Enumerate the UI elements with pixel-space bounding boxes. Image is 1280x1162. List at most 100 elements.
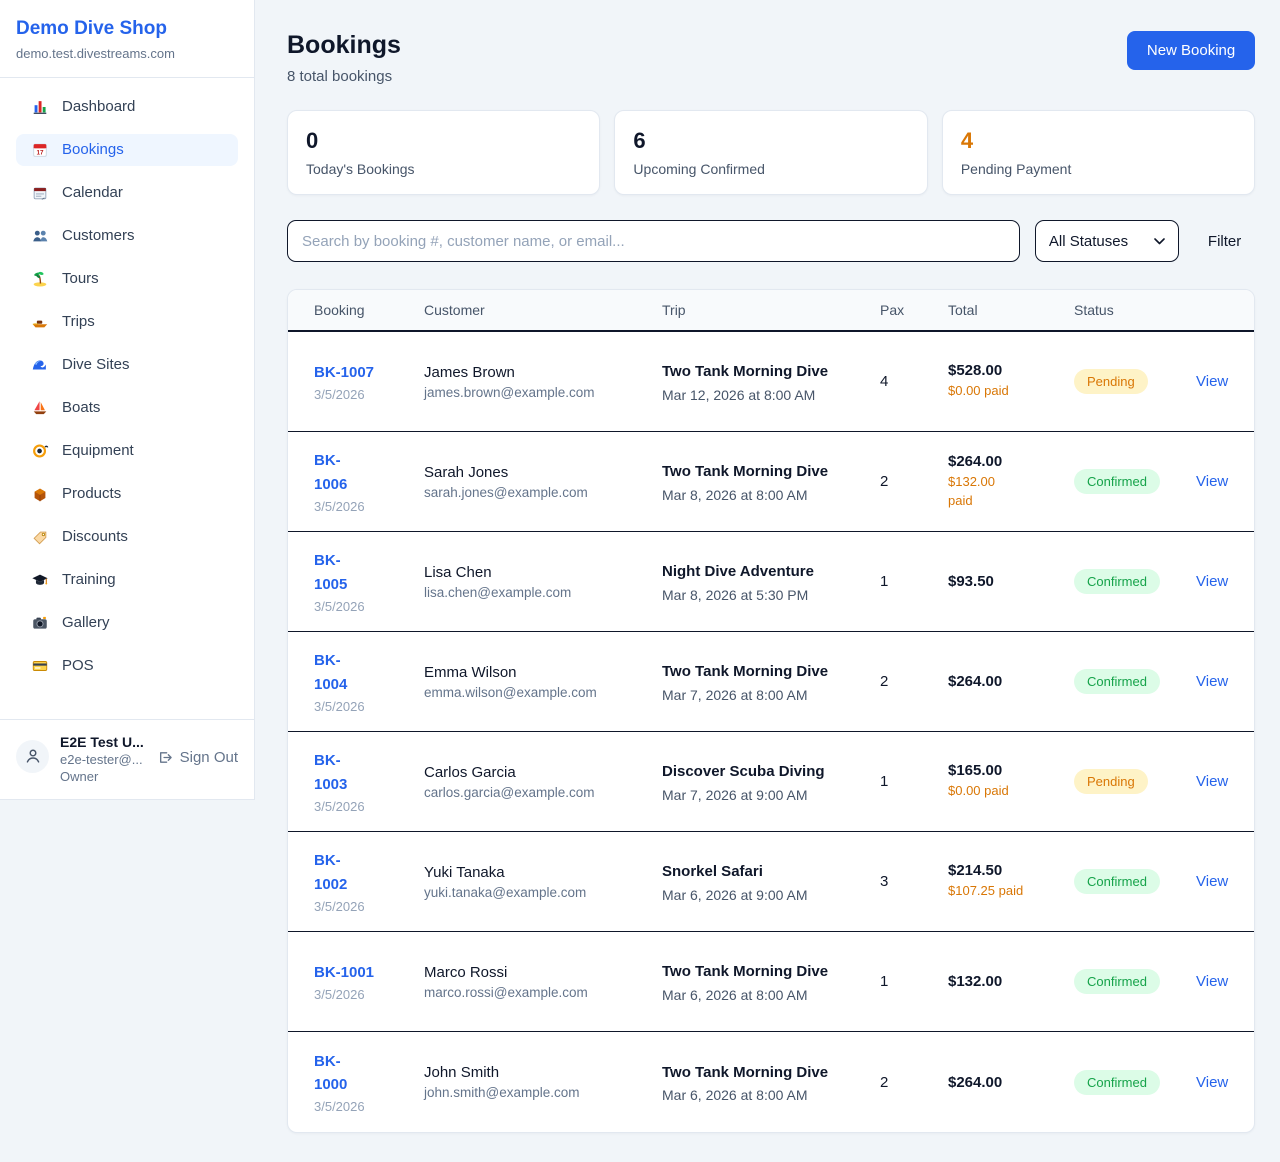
filter-controls: All Statuses Filter [287, 220, 1255, 262]
sidebar-item-calendar[interactable]: Calendar [16, 177, 238, 209]
trip-datetime: Mar 12, 2026 at 8:00 AM [662, 387, 880, 403]
page-header: Bookings 8 total bookings New Booking [287, 31, 1255, 85]
table-row: BK- 10063/5/2026Sarah Jonessarah.jones@e… [288, 432, 1254, 532]
view-link[interactable]: View [1196, 1074, 1228, 1091]
tours-island-icon [31, 270, 49, 288]
booking-number-link[interactable]: BK- 1006 [314, 449, 424, 496]
sidebar-item-label: Tours [62, 270, 99, 287]
status-cell: Confirmed [1074, 869, 1196, 894]
total-amount: $132.00 [948, 973, 1074, 990]
search-input[interactable] [287, 220, 1020, 262]
total-cell: $528.00$0.00 paid [948, 362, 1074, 400]
sidebar-item-dashboard[interactable]: Dashboard [16, 91, 238, 123]
customer-email: carlos.garcia@example.com [424, 785, 662, 800]
customer-email: james.brown@example.com [424, 385, 662, 400]
trip-name: Discover Scuba Diving [662, 760, 842, 783]
trip-datetime: Mar 6, 2026 at 8:00 AM [662, 987, 880, 1003]
view-cell: View [1196, 973, 1228, 990]
customer-name: Carlos Garcia [424, 764, 662, 781]
sidebar-item-gallery[interactable]: Gallery [16, 607, 238, 639]
view-link[interactable]: View [1196, 673, 1228, 690]
stat-value: 4 [961, 128, 1236, 154]
booking-cell: BK- 1005 3/5/2026 [314, 549, 424, 614]
sidebar-item-label: Discounts [62, 528, 128, 545]
view-link[interactable]: View [1196, 373, 1228, 390]
booking-cell: BK-10073/5/2026 [314, 361, 424, 402]
sidebar-item-tours[interactable]: Tours [16, 263, 238, 295]
booking-number-link[interactable]: BK-1007 [314, 361, 424, 384]
sidebar-item-label: POS [62, 657, 94, 674]
stat-value: 6 [633, 128, 908, 154]
customer-cell: Sarah Jonessarah.jones@example.com [424, 464, 662, 500]
column-header-trip: Trip [662, 302, 880, 318]
view-cell: View [1196, 373, 1228, 390]
customer-name: John Smith [424, 1064, 662, 1081]
sidebar-item-boats[interactable]: Boats [16, 392, 238, 424]
booking-number-link[interactable]: BK- 1000 [314, 1050, 424, 1097]
trip-datetime: Mar 6, 2026 at 9:00 AM [662, 887, 880, 903]
trip-cell: Discover Scuba DivingMar 7, 2026 at 9:00… [662, 760, 880, 802]
sidebar-item-label: Equipment [62, 442, 134, 459]
sidebar-item-customers[interactable]: Customers [16, 220, 238, 252]
bookings-count: 8 total bookings [287, 68, 401, 85]
user-role: Owner [60, 768, 145, 786]
customer-cell: James Brownjames.brown@example.com [424, 364, 662, 400]
booking-number-link[interactable]: BK- 1005 [314, 549, 424, 596]
customer-email: marco.rossi@example.com [424, 985, 662, 1000]
sign-out-button[interactable]: Sign Out [156, 749, 238, 766]
sidebar-item-discounts[interactable]: Discounts [16, 521, 238, 553]
booking-number-link[interactable]: BK- 1002 [314, 849, 424, 896]
new-booking-button[interactable]: New Booking [1127, 31, 1255, 70]
sidebar-item-trips[interactable]: Trips [16, 306, 238, 338]
sidebar-item-label: Bookings [62, 141, 124, 158]
status-badge: Confirmed [1074, 569, 1160, 594]
view-link[interactable]: View [1196, 973, 1228, 990]
customer-cell: John Smith john.smith@example.com [424, 1064, 662, 1100]
sidebar-item-bookings[interactable]: 17 Bookings [16, 134, 238, 166]
total-cell: $93.50 [948, 573, 1074, 590]
status-badge: Confirmed [1074, 869, 1160, 894]
svg-text:17: 17 [36, 149, 44, 156]
trip-cell: Two Tank Morning DiveMar 8, 2026 at 8:00… [662, 460, 880, 502]
status-cell: Confirmed [1074, 669, 1196, 694]
total-cell: $264.00$132.00 paid [948, 453, 1074, 509]
status-filter-value: All Statuses [1049, 233, 1128, 250]
trips-speedboat-icon [31, 313, 49, 331]
sidebar-item-pos[interactable]: POS [16, 650, 238, 682]
pos-card-icon [31, 657, 49, 675]
status-badge: Confirmed [1074, 669, 1160, 694]
view-cell: View [1196, 473, 1228, 490]
booking-date: 3/5/2026 [314, 599, 424, 614]
trip-cell: Snorkel SafariMar 6, 2026 at 9:00 AM [662, 860, 880, 902]
trip-name: Two Tank Morning Dive [662, 960, 842, 983]
status-filter-select[interactable]: All Statuses [1035, 220, 1179, 262]
customer-name: Emma Wilson [424, 664, 662, 681]
booking-number-link[interactable]: BK- 1004 [314, 649, 424, 696]
view-cell: View [1196, 673, 1228, 690]
total-cell: $264.00 [948, 673, 1074, 690]
filter-button[interactable]: Filter [1208, 233, 1241, 250]
pax-count: 1 [880, 573, 948, 590]
customer-email: john.smith@example.com [424, 1085, 662, 1100]
view-link[interactable]: View [1196, 473, 1228, 490]
booking-date: 3/5/2026 [314, 987, 424, 1002]
view-link[interactable]: View [1196, 773, 1228, 790]
customer-cell: Carlos Garcia carlos.garcia@example.com [424, 764, 662, 800]
view-link[interactable]: View [1196, 573, 1228, 590]
status-cell: Pending [1074, 369, 1196, 394]
booking-cell: BK- 10023/5/2026 [314, 849, 424, 914]
sidebar-item-products[interactable]: Products [16, 478, 238, 510]
sidebar-item-equipment[interactable]: Equipment [16, 435, 238, 467]
booking-number-link[interactable]: BK-1001 [314, 961, 424, 984]
sidebar-item-dive-sites[interactable]: Dive Sites [16, 349, 238, 381]
trip-cell: Two Tank Morning DiveMar 6, 2026 at 8:00… [662, 1061, 880, 1103]
stat-label: Pending Payment [961, 161, 1236, 177]
booking-number-link[interactable]: BK- 1003 [314, 749, 424, 796]
user-email: e2e-tester@... [60, 751, 145, 769]
status-cell: Confirmed [1074, 569, 1196, 594]
booking-cell: BK- 10003/5/2026 [314, 1050, 424, 1115]
view-link[interactable]: View [1196, 873, 1228, 890]
sidebar-item-training[interactable]: Training [16, 564, 238, 596]
total-amount: $264.00 [948, 453, 1074, 470]
shop-domain: demo.test.divestreams.com [16, 46, 238, 61]
